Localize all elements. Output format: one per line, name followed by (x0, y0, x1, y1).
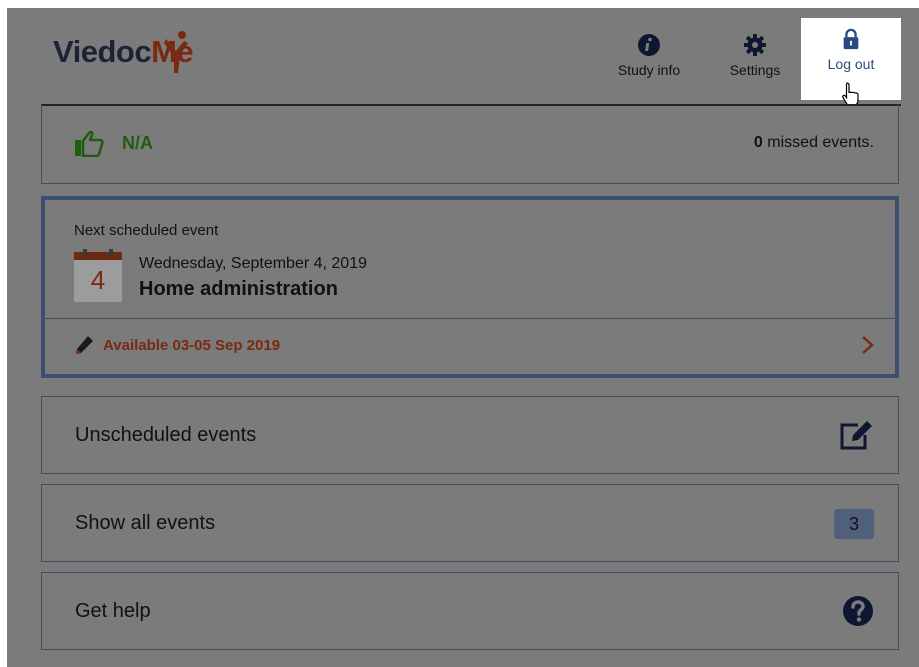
get-help-label: Get help (75, 600, 151, 622)
hand-cursor-icon (842, 82, 859, 106)
missed-events-count: 0 (753, 134, 763, 151)
calendar-day: 4 (90, 265, 106, 295)
event-date: Wednesday, September 4, 2019 (139, 255, 367, 272)
compliance-status-card: N/A 0 missed events. (41, 105, 899, 184)
study-info-label: Study info (617, 62, 681, 78)
get-help-row[interactable]: Get help (41, 572, 899, 650)
availability-window: Available 03-05 Sep 2019 (103, 337, 281, 354)
calendar-ring-right (109, 249, 113, 256)
event-divider (45, 318, 895, 319)
question-circle-icon (843, 596, 873, 626)
next-event-heading: Next scheduled event (74, 222, 219, 239)
events-count-badge: 3 (834, 509, 874, 539)
calendar-ring-left (83, 249, 87, 256)
log-out-label: Log out (827, 56, 875, 72)
info-circle-icon (638, 34, 660, 56)
settings-label: Settings (729, 62, 781, 78)
pencil-icon (76, 336, 93, 354)
show-all-events-row[interactable]: Show all events 3 (41, 484, 899, 562)
edit-square-icon (840, 421, 872, 450)
header: ViedocMe Study info (7, 8, 919, 106)
missed-events-text: missed events. (767, 134, 874, 151)
lock-icon (843, 28, 859, 50)
missed-events-summary: 0 missed events. (754, 134, 874, 152)
show-all-events-label: Show all events (75, 512, 216, 534)
viedocme-home: ViedocMe Study info (7, 8, 919, 667)
settings-button[interactable]: Settings (707, 26, 803, 98)
compliance-status-text: N/A (122, 133, 153, 153)
event-name: Home administration (139, 278, 338, 300)
calendar-header (74, 252, 122, 260)
thumbs-up-icon (75, 131, 104, 157)
study-info-button[interactable]: Study info (601, 26, 697, 98)
next-scheduled-event-card[interactable]: Next scheduled event 4 Wednesday, Septem… (41, 196, 899, 378)
unscheduled-events-label: Unscheduled events (75, 424, 257, 446)
logo-main-text: Viedoc (53, 34, 152, 69)
unscheduled-events-row[interactable]: Unscheduled events (41, 396, 899, 474)
gear-icon (744, 34, 766, 56)
calendar-icon: 4 (74, 249, 122, 302)
logo-figure-icon (164, 31, 188, 73)
chevron-right-icon[interactable] (861, 335, 875, 355)
